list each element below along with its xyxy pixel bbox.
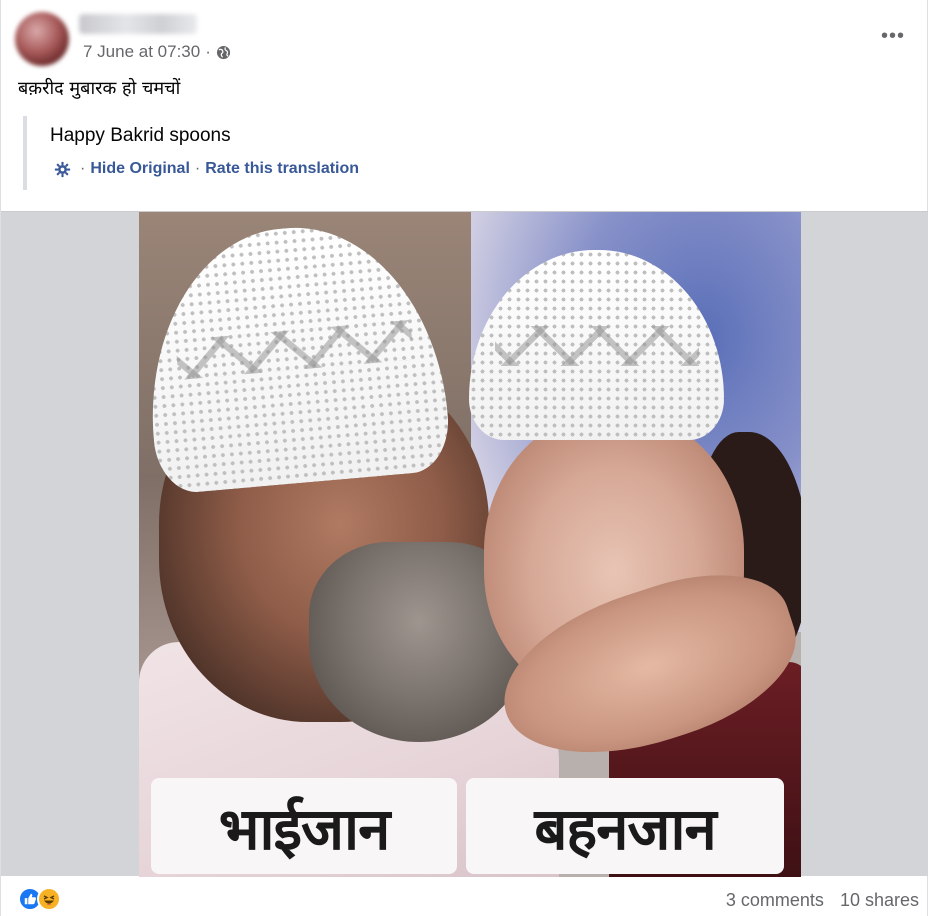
post-text: बक़रीद मुबारक हो चमचों xyxy=(18,78,181,99)
author-avatar[interactable] xyxy=(15,12,69,66)
post-timestamp[interactable]: 7 June at 07:30 xyxy=(83,42,200,62)
translation-links: · Hide Original · Rate this translation xyxy=(50,160,423,178)
post-photo[interactable]: भाईजान बहनजान xyxy=(139,212,801,877)
more-options-button[interactable]: ••• xyxy=(881,26,905,46)
facebook-post: 7 June at 07:30 · ••• बक़रीद मुबारक हो च… xyxy=(0,0,928,916)
caption-left: भाईजान xyxy=(151,778,457,874)
haha-icon xyxy=(37,887,61,911)
author-name-blurred[interactable] xyxy=(79,14,197,34)
comments-count[interactable]: 3 comments xyxy=(726,890,824,911)
gear-icon[interactable] xyxy=(54,161,71,178)
meta-separator: · xyxy=(205,42,211,61)
post-meta: 7 June at 07:30 · xyxy=(83,42,231,62)
rate-translation-link[interactable]: Rate this translation xyxy=(205,160,359,178)
link-separator: · xyxy=(194,160,201,177)
link-separator: · xyxy=(80,160,86,177)
translated-text: Happy Bakrid spoons xyxy=(50,125,231,146)
post-footer: 3 comments 10 shares xyxy=(1,876,928,916)
translation-block: Happy Bakrid spoons · Hide Original · Ra… xyxy=(23,116,423,190)
reaction-summary[interactable] xyxy=(18,887,61,911)
engagement-counts: 3 comments 10 shares xyxy=(726,890,919,911)
hide-original-link[interactable]: Hide Original xyxy=(90,160,190,178)
shares-count[interactable]: 10 shares xyxy=(840,890,919,911)
globe-icon[interactable] xyxy=(216,45,231,60)
caption-right: बहनजान xyxy=(466,778,784,874)
post-image-container[interactable]: भाईजान बहनजान xyxy=(1,211,928,877)
